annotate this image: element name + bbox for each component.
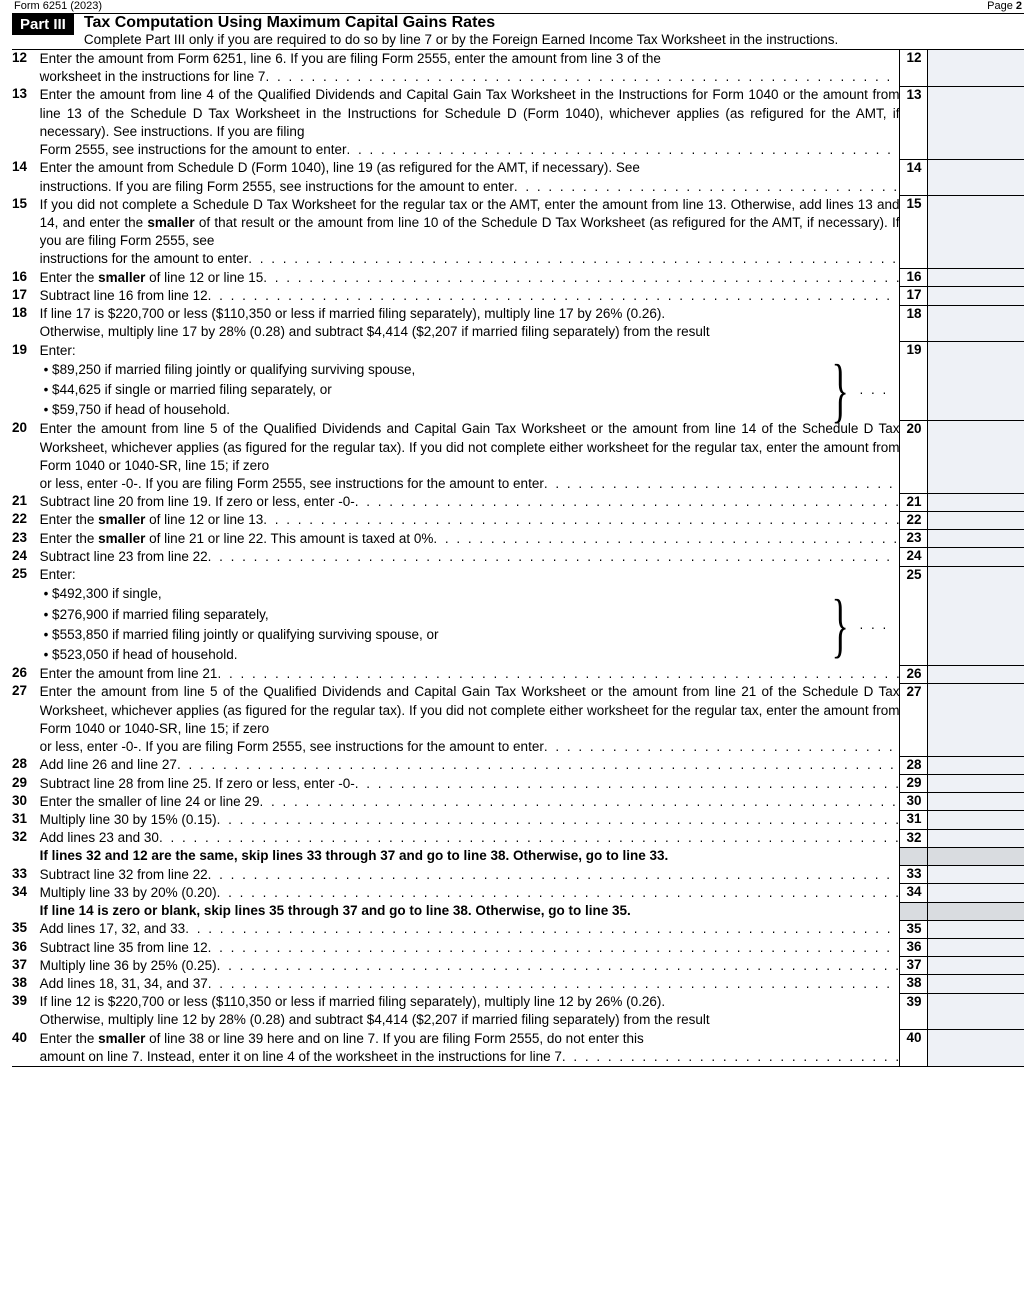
note-after-34: If line 14 is zero or blank, skip lines … <box>12 902 1024 920</box>
line-27: 27 Enter the amount from line 5 of the Q… <box>12 683 1024 756</box>
amount-field-24[interactable] <box>928 548 1024 566</box>
form-page: Form 6251 (2023) Page 2 Part III Tax Com… <box>0 0 1036 1077</box>
line-39: 39 If line 12 is $220,700 or less ($110,… <box>12 993 1024 1029</box>
amount-field-21[interactable] <box>928 493 1024 511</box>
line-19: 19 Enter: • $89,250 if married filing jo… <box>12 342 1024 421</box>
line-36: 36 Subtract line 35 from line 12 36 <box>12 939 1024 957</box>
note-after-32: If lines 32 and 12 are the same, skip li… <box>12 847 1024 865</box>
brace-icon: } <box>830 361 852 419</box>
form-reference: Form 6251 (2023) <box>14 0 102 12</box>
amount-field-35[interactable] <box>928 920 1024 938</box>
line-number-left: 12 <box>12 50 40 86</box>
amount-field-12[interactable] <box>928 50 1024 86</box>
amount-field-22[interactable] <box>928 511 1024 529</box>
brace-icon: } <box>830 596 852 654</box>
amount-field-20[interactable] <box>928 420 1024 493</box>
amount-field-27[interactable] <box>928 683 1024 756</box>
line-38: 38 Add lines 18, 31, 34, and 37 38 <box>12 975 1024 993</box>
line-24: 24 Subtract line 23 from line 22 24 <box>12 548 1024 566</box>
amount-field-38[interactable] <box>928 975 1024 993</box>
amount-field-13[interactable] <box>928 86 1024 159</box>
amount-field-19[interactable] <box>928 342 1024 421</box>
line-22: 22 Enter the smaller of line 12 or line … <box>12 511 1024 529</box>
part-badge: Part III <box>12 14 74 35</box>
amount-field-14[interactable] <box>928 159 1024 195</box>
amount-field-33[interactable] <box>928 866 1024 884</box>
amount-field-39[interactable] <box>928 993 1024 1029</box>
line-15: 15 If you did not complete a Schedule D … <box>12 196 1024 269</box>
amount-field-18[interactable] <box>928 305 1024 341</box>
line-29: 29 Subtract line 28 from line 25. If zer… <box>12 775 1024 793</box>
line-13: 13 Enter the amount from line 4 of the Q… <box>12 86 1024 159</box>
line-21: 21 Subtract line 20 from line 19. If zer… <box>12 493 1024 511</box>
amount-field-31[interactable] <box>928 811 1024 829</box>
line-33: 33 Subtract line 32 from line 22 33 <box>12 866 1024 884</box>
part-header: Part III Tax Computation Using Maximum C… <box>12 14 1024 50</box>
amount-field-32[interactable] <box>928 829 1024 847</box>
amount-field-28[interactable] <box>928 756 1024 774</box>
line-18: 18 If line 17 is $220,700 or less ($110,… <box>12 305 1024 341</box>
page-number: Page 2 <box>987 0 1022 12</box>
amount-field-15[interactable] <box>928 196 1024 269</box>
amount-field-36[interactable] <box>928 939 1024 957</box>
line-23: 23 Enter the smaller of line 21 or line … <box>12 530 1024 548</box>
line-30: 30 Enter the smaller of line 24 or line … <box>12 793 1024 811</box>
amount-field-30[interactable] <box>928 793 1024 811</box>
line-20: 20 Enter the amount from line 5 of the Q… <box>12 420 1024 493</box>
line-number-right: 12 <box>900 50 928 86</box>
part-title: Tax Computation Using Maximum Capital Ga… <box>84 14 1024 32</box>
amount-field-34[interactable] <box>928 884 1024 902</box>
line-14: 14 Enter the amount from Schedule D (For… <box>12 159 1024 195</box>
line-17: 17 Subtract line 16 from line 12 17 <box>12 287 1024 305</box>
line-31: 31 Multiply line 30 by 15% (0.15) 31 <box>12 811 1024 829</box>
line-28: 28 Add line 26 and line 27 28 <box>12 756 1024 774</box>
line-37: 37 Multiply line 36 by 25% (0.25) 37 <box>12 957 1024 975</box>
amount-field-29[interactable] <box>928 775 1024 793</box>
line-26: 26 Enter the amount from line 21 26 <box>12 665 1024 683</box>
line-34: 34 Multiply line 33 by 20% (0.20) 34 <box>12 884 1024 902</box>
amount-field-25[interactable] <box>928 566 1024 665</box>
amount-field-16[interactable] <box>928 269 1024 287</box>
page-header-row: Form 6251 (2023) Page 2 <box>12 0 1024 14</box>
amount-field-40[interactable] <box>928 1030 1024 1067</box>
line-25: 25 Enter: • $492,300 if single, • $276,9… <box>12 566 1024 665</box>
line-32: 32 Add lines 23 and 30 32 <box>12 829 1024 847</box>
line-40: 40 Enter the smaller of line 38 or line … <box>12 1030 1024 1067</box>
part-subtitle: Complete Part III only if you are requir… <box>84 32 1024 47</box>
form-table: 12 Enter the amount from Form 6251, line… <box>12 50 1024 1067</box>
amount-field-23[interactable] <box>928 530 1024 548</box>
line-16: 16 Enter the smaller of line 12 or line … <box>12 269 1024 287</box>
amount-field-37[interactable] <box>928 957 1024 975</box>
line-12: 12 Enter the amount from Form 6251, line… <box>12 50 1024 86</box>
line-35: 35 Add lines 17, 32, and 33 35 <box>12 920 1024 938</box>
amount-field-17[interactable] <box>928 287 1024 305</box>
amount-field-26[interactable] <box>928 665 1024 683</box>
